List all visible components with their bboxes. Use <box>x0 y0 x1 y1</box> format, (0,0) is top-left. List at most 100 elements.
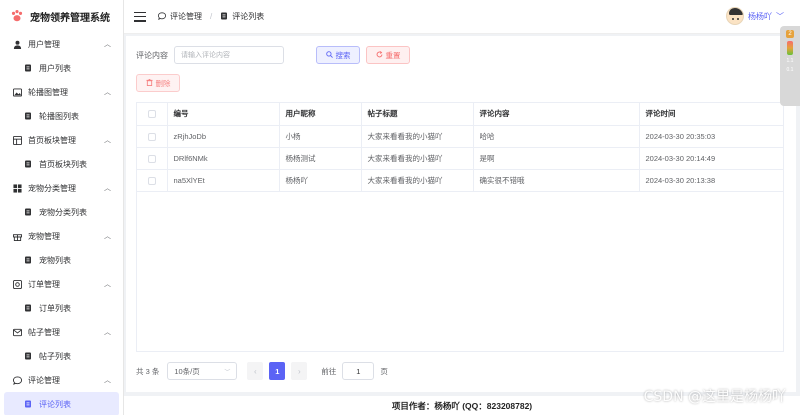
table-cell: 大家来看看我的小猫吖 <box>361 125 474 148</box>
grid-icon <box>12 183 22 193</box>
floating-widget[interactable]: 2 1.1 0.1 <box>780 26 800 106</box>
pagination-total: 共 3 条 <box>136 366 160 376</box>
next-page-button[interactable]: › <box>291 362 308 380</box>
page-size-select[interactable]: 10条/页 ﹀ <box>167 362 238 380</box>
column-header: 评论内容 <box>473 103 640 126</box>
sidebar-menu: 用户管理 ︿ 用户列表 轮播图管理 ︿ 轮播图列表 首页板块管理 ︿ 首页板块列… <box>0 32 123 415</box>
sidebar-group-post[interactable]: 帖子管理 ︿ <box>0 320 123 344</box>
breadcrumb-item[interactable]: 评论管理 <box>170 11 202 22</box>
sidebar-item-label: 宠物分类列表 <box>39 207 87 217</box>
goto-label: 前往 <box>321 366 337 376</box>
row-select-cell <box>137 169 168 192</box>
chevron-down-icon: ﹀ <box>224 369 231 376</box>
table-cell: na5XlYEt <box>167 169 280 192</box>
sidebar-item-label: 评论列表 <box>39 399 71 409</box>
table-cell: 是啊 <box>473 147 640 170</box>
goto-page-input[interactable] <box>342 362 375 380</box>
row-checkbox[interactable] <box>147 176 156 185</box>
reset-button-label: 重置 <box>385 50 401 60</box>
sidebar: 宠物领养管理系统 用户管理 ︿ 用户列表 轮播图管理 ︿ 轮播图列表 首页板块管… <box>0 0 124 415</box>
sidebar-item-user-list[interactable]: 用户列表 <box>0 56 123 80</box>
layout-icon <box>12 135 22 145</box>
mail-icon <box>12 327 22 337</box>
page-number-button[interactable]: 1 <box>269 362 286 380</box>
sidebar-group-label: 评论管理 <box>28 375 60 385</box>
app-title: 宠物领养管理系统 <box>30 12 110 24</box>
order-icon <box>12 279 22 289</box>
breadcrumb-separator: / <box>210 12 213 21</box>
sidebar-item-comment-list[interactable]: 评论列表 <box>4 392 119 415</box>
table-row[interactable]: na5XlYEt 杨杨吖 大家来看看我的小猫吖 确实很不错哦 2024-03-3… <box>137 169 783 192</box>
sidebar-group-carousel[interactable]: 轮播图管理 ︿ <box>0 80 123 104</box>
search-button[interactable]: 搜索 <box>316 46 360 64</box>
user-icon <box>12 39 22 49</box>
notification-badge: 2 <box>786 30 794 38</box>
sidebar-item-label: 订单列表 <box>39 303 71 313</box>
sidebar-group-home-section[interactable]: 首页板块管理 ︿ <box>0 128 123 152</box>
chevron-up-icon: ︿ <box>104 377 111 384</box>
delete-button-label: 删除 <box>155 78 171 88</box>
chevron-up-icon: ︿ <box>104 329 111 336</box>
document-icon <box>24 160 32 168</box>
table-cell: 2024-03-30 20:35:03 <box>639 125 783 148</box>
table-cell: 哈哈 <box>473 125 640 148</box>
sidebar-item-order-list[interactable]: 订单列表 <box>0 296 123 320</box>
breadcrumb-item: 评论列表 <box>232 12 265 21</box>
paw-logo-icon <box>11 10 23 22</box>
filter-bar: 评论内容 搜索 重置 <box>136 46 410 64</box>
prev-page-button[interactable]: ‹ <box>247 362 264 380</box>
column-header: 评论时间 <box>639 103 783 126</box>
row-checkbox[interactable] <box>147 132 156 141</box>
table-cell: 杨杨吖 <box>279 169 362 192</box>
table-cell: 小杨 <box>279 125 362 148</box>
sidebar-group-user[interactable]: 用户管理 ︿ <box>0 32 123 56</box>
table-row[interactable]: DRlf6NMk 杨杨测试 大家来看看我的小猫吖 是啊 2024-03-30 2… <box>137 147 783 170</box>
refresh-icon <box>376 50 383 60</box>
sidebar-group-label: 宠物管理 <box>28 231 60 241</box>
filter-label: 评论内容 <box>136 50 168 60</box>
watermark: CSDN @这里是杨杨吖 <box>643 389 786 405</box>
column-header: 编号 <box>167 103 280 126</box>
gift-icon <box>12 231 22 241</box>
sidebar-item-label: 首页板块列表 <box>39 159 87 169</box>
widget-text: 0.1 <box>786 67 794 73</box>
sidebar-group-order[interactable]: 订单管理 ︿ <box>0 272 123 296</box>
brand: 宠物领养管理系统 <box>0 0 123 32</box>
sidebar-item-pet-list[interactable]: 宠物列表 <box>0 248 123 272</box>
chevron-up-icon: ︿ <box>104 89 111 96</box>
document-icon <box>220 12 228 22</box>
sidebar-item-home-section-list[interactable]: 首页板块列表 <box>0 152 123 176</box>
sidebar-group-label: 订单管理 <box>28 279 60 289</box>
chevron-up-icon: ︿ <box>104 185 111 192</box>
reset-button[interactable]: 重置 <box>366 46 410 64</box>
table-cell: 大家来看看我的小猫吖 <box>361 147 474 170</box>
menu-toggle-icon[interactable] <box>134 11 146 22</box>
sidebar-group-pet[interactable]: 宠物管理 ︿ <box>0 224 123 248</box>
sidebar-group-pet-category[interactable]: 宠物分类管理 ︿ <box>0 176 123 200</box>
row-checkbox[interactable] <box>147 154 156 163</box>
table-row[interactable]: zRjhJoDb 小杨 大家来看看我的小猫吖 哈哈 2024-03-30 20:… <box>137 125 783 148</box>
sidebar-item-label: 轮播图列表 <box>39 111 79 121</box>
delete-button[interactable]: 删除 <box>136 74 180 92</box>
sidebar-group-label: 首页板块管理 <box>28 135 76 145</box>
user-name: 杨杨吖 <box>748 11 772 21</box>
search-button-label: 搜索 <box>335 50 351 60</box>
pagination: 共 3 条 10条/页 ﹀ ‹ 1 › 前往 页 <box>136 362 388 380</box>
sidebar-item-carousel-list[interactable]: 轮播图列表 <box>0 104 123 128</box>
chevron-up-icon: ︿ <box>104 41 111 48</box>
select-all-checkbox[interactable] <box>147 110 156 119</box>
avatar <box>726 7 744 25</box>
comment-search-input[interactable] <box>174 46 284 64</box>
user-menu[interactable]: 杨杨吖 ﹀ <box>726 7 784 25</box>
sidebar-group-comment[interactable]: 评论管理 ︿ <box>0 368 123 392</box>
sidebar-group-label: 宠物分类管理 <box>28 183 76 193</box>
search-icon <box>325 50 333 60</box>
trash-icon <box>145 78 153 88</box>
sidebar-item-post-list[interactable]: 帖子列表 <box>0 344 123 368</box>
comment-icon <box>157 11 167 22</box>
chevron-up-icon: ︿ <box>104 281 111 288</box>
sidebar-item-label: 宠物列表 <box>39 255 71 265</box>
sidebar-item-pet-category-list[interactable]: 宠物分类列表 <box>0 200 123 224</box>
status-bar-icon <box>787 41 793 55</box>
document-icon <box>24 208 32 216</box>
